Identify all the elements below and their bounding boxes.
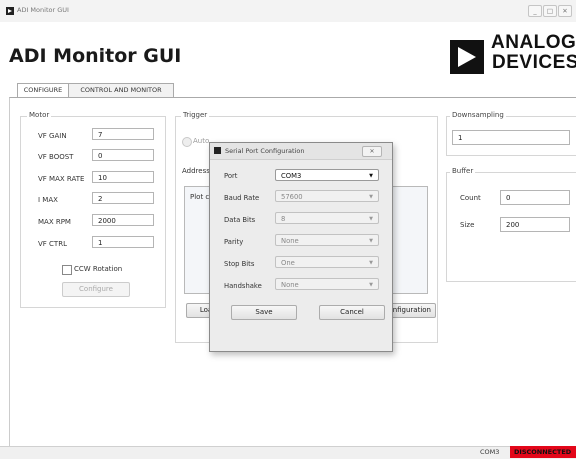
ccw-rotation-checkbox[interactable] [62, 265, 72, 275]
buffer-group-label: Buffer [450, 167, 476, 175]
plot-list-header: Plot c [190, 193, 210, 201]
i-max-input[interactable]: 2 [92, 192, 154, 204]
configure-button[interactable]: Configure [62, 282, 130, 297]
port-value: COM3 [281, 172, 302, 180]
minimize-button[interactable]: _ [528, 5, 542, 17]
trigger-group-label: Trigger [181, 111, 210, 119]
dialog-app-icon [214, 147, 221, 154]
size-label: Size [460, 221, 475, 229]
port-select[interactable]: COM3 ▼ [275, 169, 379, 181]
chevron-down-icon: ▼ [369, 238, 373, 244]
downsampling-group-label: Downsampling [450, 111, 506, 119]
tab-configure[interactable]: CONFIGURE [17, 83, 69, 98]
vf-ctrl-label: VF CTRL [38, 240, 67, 248]
vf-boost-label: VF BOOST [38, 153, 74, 161]
count-input[interactable]: 0 [500, 190, 570, 205]
tab-control-and-monitor[interactable]: CONTROL AND MONITOR [68, 83, 174, 97]
chevron-down-icon: ▼ [369, 260, 373, 266]
chevron-down-icon: ▼ [369, 173, 373, 179]
auto-radio-label: Auto [193, 137, 210, 145]
ccw-rotation-label: CCW Rotation [74, 265, 123, 273]
stop-bits-value: One [281, 259, 295, 267]
i-max-label: I MAX [38, 196, 58, 204]
connection-status-badge: DISCONNECTED [510, 446, 576, 458]
max-rpm-input[interactable]: 2000 [92, 214, 154, 226]
data-bits-value: 8 [281, 215, 286, 223]
app-icon [6, 7, 14, 15]
stop-bits-label: Stop Bits [224, 260, 255, 268]
baud-rate-label: Baud Rate [224, 194, 260, 202]
parity-label: Parity [224, 238, 244, 246]
window-titlebar [0, 0, 576, 22]
parity-value: None [281, 237, 299, 245]
vf-max-rate-label: VF MAX RATE [38, 175, 85, 183]
address-label: Address [182, 167, 210, 175]
auto-radio[interactable] [182, 137, 192, 147]
handshake-value: None [281, 281, 299, 289]
dialog-title: Serial Port Configuration [225, 147, 305, 155]
vf-gain-label: VF GAIN [38, 132, 67, 140]
data-bits-select[interactable]: 8 ▼ [275, 212, 379, 224]
dialog-close-button[interactable]: ✕ [362, 146, 382, 157]
vf-ctrl-input[interactable]: 1 [92, 236, 154, 248]
motor-group [20, 116, 166, 308]
analog-devices-logo-icon [450, 40, 484, 74]
vf-gain-input[interactable]: 7 [92, 128, 154, 140]
cancel-button[interactable]: Cancel [319, 305, 385, 320]
parity-select[interactable]: None ▼ [275, 234, 379, 246]
motor-group-label: Motor [27, 111, 52, 119]
data-bits-label: Data Bits [224, 216, 256, 224]
max-rpm-label: MAX RPM [38, 218, 71, 226]
page-title: ADI Monitor GUI [9, 45, 182, 67]
serial-port-dialog: Serial Port Configuration ✕ Port COM3 ▼ B… [209, 142, 393, 352]
handshake-label: Handshake [224, 282, 262, 290]
maximize-button[interactable]: □ [543, 5, 557, 17]
count-label: Count [460, 194, 481, 202]
stop-bits-select[interactable]: One ▼ [275, 256, 379, 268]
baud-rate-value: 57600 [281, 193, 303, 201]
size-input[interactable]: 200 [500, 217, 570, 232]
save-button[interactable]: Save [231, 305, 297, 320]
chevron-down-icon: ▼ [369, 282, 373, 288]
handshake-select[interactable]: None ▼ [275, 278, 379, 290]
vf-max-rate-input[interactable]: 10 [92, 171, 154, 183]
chevron-down-icon: ▼ [369, 216, 373, 222]
logo-text-line1: ANALOG [491, 32, 576, 53]
baud-rate-select[interactable]: 57600 ▼ [275, 190, 379, 202]
port-label: Port [224, 172, 238, 180]
window-title: ADI Monitor GUI [17, 6, 69, 14]
close-window-button[interactable]: ✕ [558, 5, 572, 17]
vf-boost-input[interactable]: 0 [92, 149, 154, 161]
status-port: COM3 [480, 448, 500, 456]
chevron-down-icon: ▼ [369, 194, 373, 200]
logo-text-line2: DEVICES [492, 52, 576, 73]
downsampling-input[interactable]: 1 [452, 130, 570, 145]
